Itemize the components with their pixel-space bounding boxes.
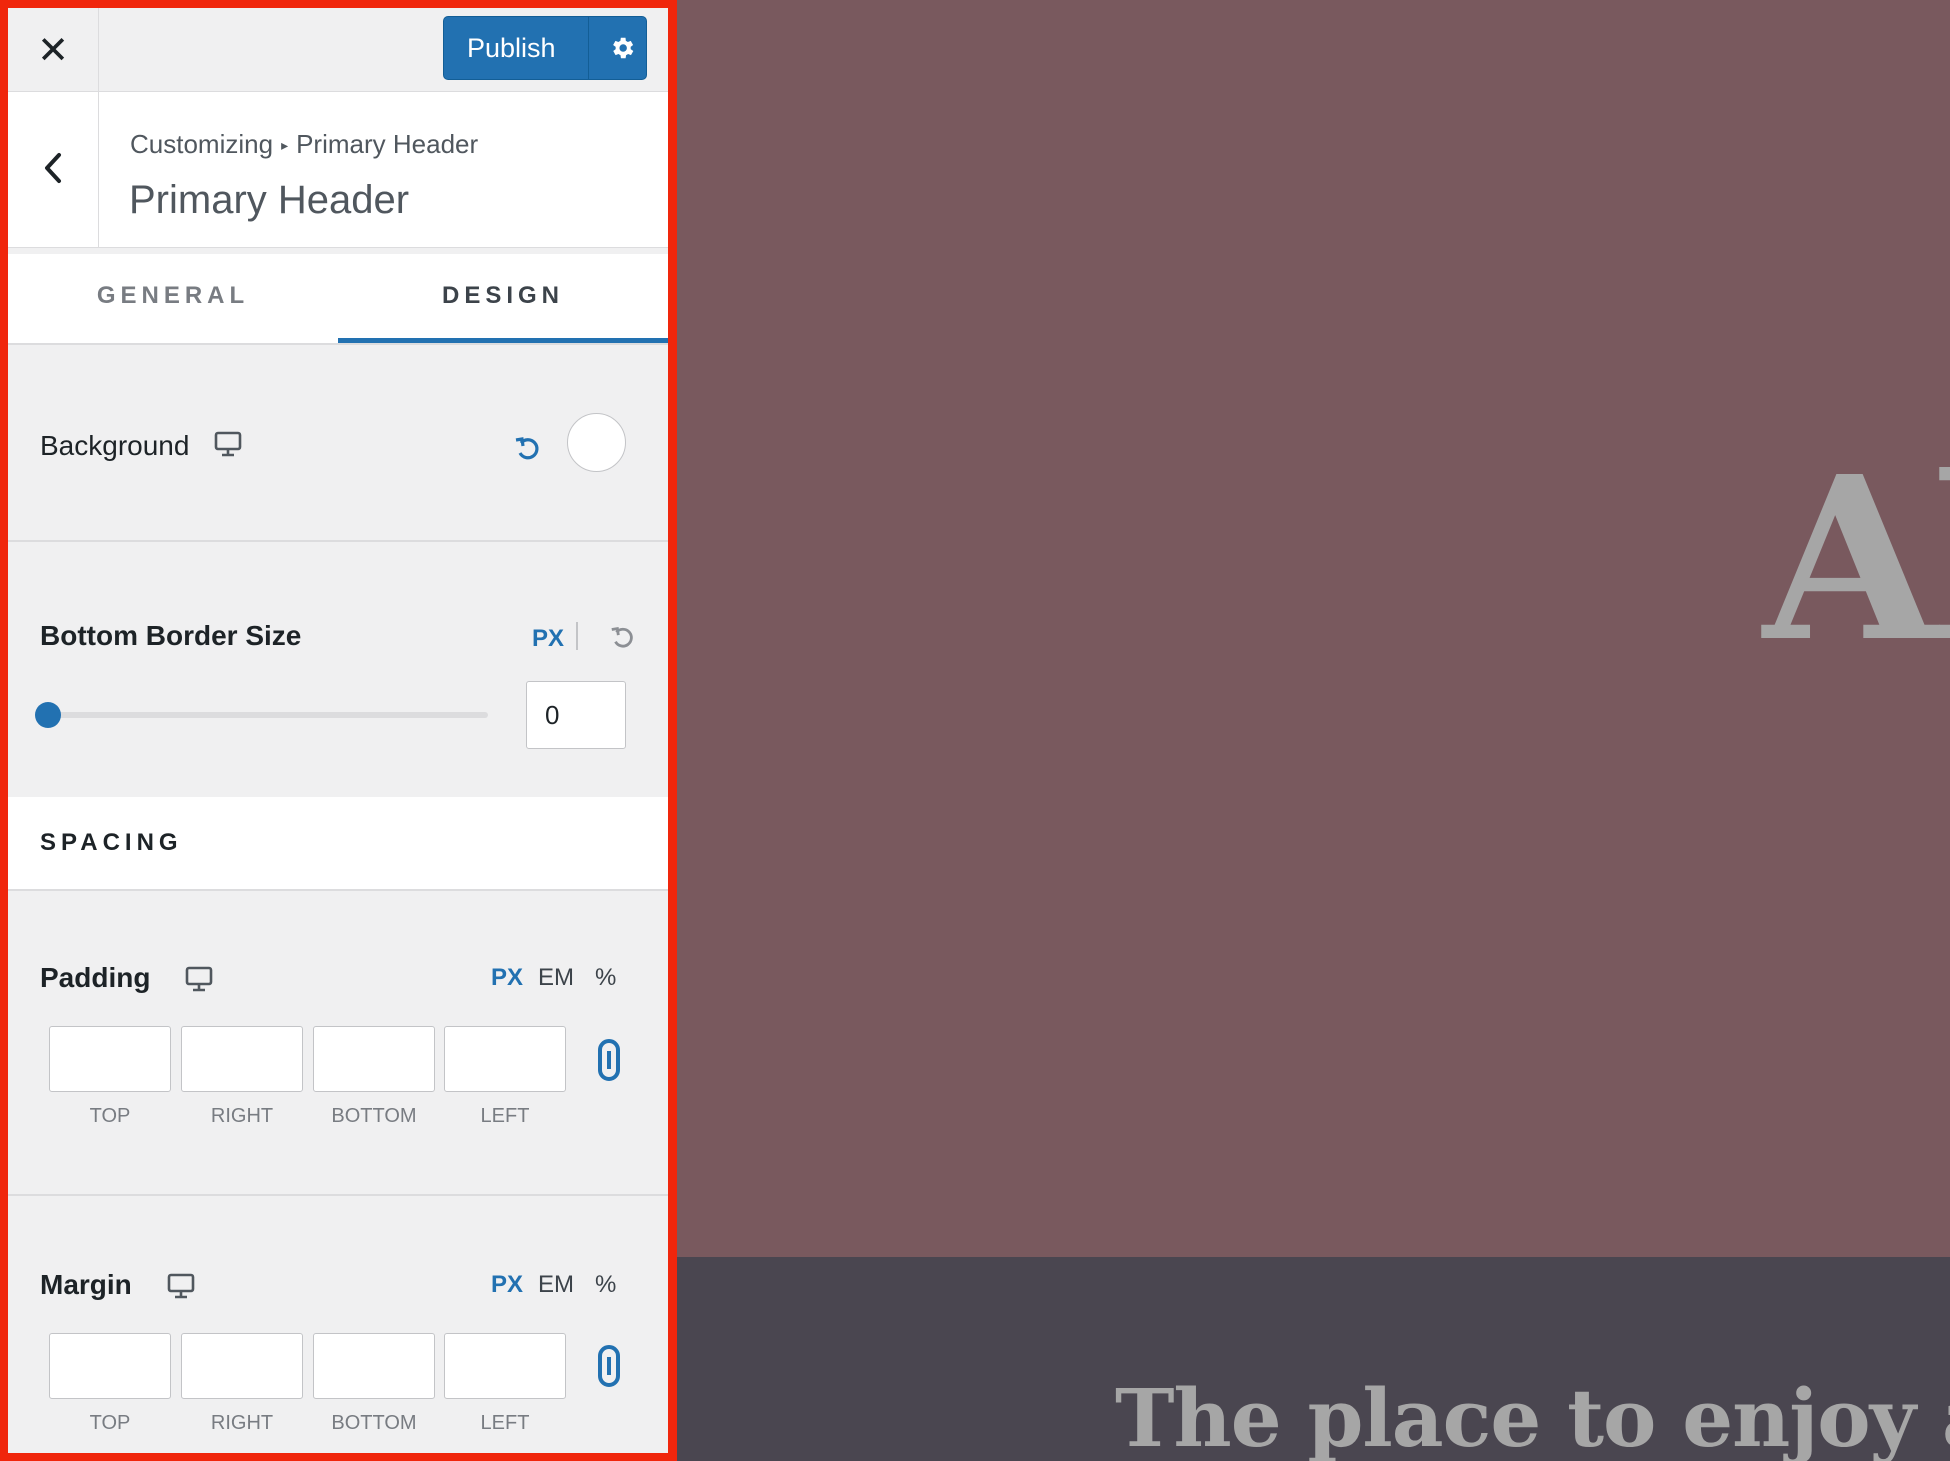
link-icon[interactable]	[592, 1038, 626, 1082]
hero-title: Al	[1763, 428, 1950, 692]
desktop-icon[interactable]	[214, 430, 242, 463]
padding-right-label: RIGHT	[210, 1105, 274, 1127]
margin-top-label: TOP	[89, 1412, 131, 1434]
close-button[interactable]: ✕	[8, 8, 99, 92]
desktop-icon[interactable]	[167, 1272, 195, 1305]
tab-general[interactable]: GENERAL	[8, 254, 338, 343]
breadcrumb: Customizing ▸ Primary Header	[130, 129, 478, 160]
close-icon: ✕	[37, 29, 69, 72]
background-label: Background	[40, 430, 190, 461]
section-title: Primary Header	[129, 178, 410, 222]
margin-top-input[interactable]	[49, 1333, 171, 1399]
padding-right-input[interactable]	[181, 1026, 303, 1092]
margin-label: Margin	[40, 1269, 132, 1300]
padding-top-input[interactable]	[49, 1026, 171, 1092]
spacing-section: SPACING	[8, 797, 668, 891]
breadcrumb-root: Customizing	[130, 129, 274, 159]
margin-bottom-label: BOTTOM	[331, 1412, 417, 1434]
padding-bottom-input[interactable]	[313, 1026, 435, 1092]
customizer-topbar: ✕ Publish	[8, 8, 668, 92]
link-icon[interactable]	[592, 1344, 626, 1388]
tab-bar: GENERAL DESIGN	[8, 254, 668, 345]
section-header: Customizing ▸ Primary Header Primary Heade…	[8, 92, 668, 248]
bottom-border-value-input[interactable]	[526, 681, 626, 749]
divider	[8, 540, 668, 542]
publish-label: Publish	[467, 33, 556, 63]
spacing-heading: SPACING	[40, 829, 183, 856]
tab-design[interactable]: DESIGN	[338, 254, 668, 343]
padding-bottom-label: BOTTOM	[331, 1105, 417, 1127]
padding-top-label: TOP	[89, 1105, 131, 1127]
padding-unit-percent[interactable]: %	[595, 964, 616, 992]
chevron-left-icon	[42, 151, 64, 190]
bottom-border-slider[interactable]	[48, 712, 488, 718]
slider-thumb[interactable]	[35, 702, 61, 728]
publish-divider	[588, 17, 589, 79]
margin-right-label: RIGHT	[210, 1412, 274, 1434]
padding-left-label: LEFT	[480, 1105, 530, 1127]
margin-unit-percent[interactable]: %	[595, 1271, 616, 1299]
divider	[8, 1194, 668, 1196]
margin-unit-em[interactable]: EM	[538, 1271, 574, 1299]
desktop-icon[interactable]	[185, 965, 213, 998]
site-preview: Al The place to enjoy a	[677, 0, 1950, 1461]
margin-bottom-input[interactable]	[313, 1333, 435, 1399]
margin-right-input[interactable]	[181, 1333, 303, 1399]
hero-section: Al	[677, 0, 1950, 1257]
bottom-border-unit-px[interactable]: PX	[532, 625, 564, 653]
unit-divider	[576, 622, 578, 650]
margin-left-input[interactable]	[444, 1333, 566, 1399]
gear-icon[interactable]	[598, 17, 646, 79]
bottom-border-label: Bottom Border Size	[40, 620, 302, 651]
publish-button[interactable]: Publish	[443, 16, 647, 80]
padding-left-input[interactable]	[444, 1026, 566, 1092]
padding-unit-em[interactable]: EM	[538, 964, 574, 992]
customizer-panel: ✕ Publish Customizing ▸ Primary Header Pri…	[0, 0, 677, 1461]
bottom-border-reset-icon[interactable]	[608, 622, 638, 652]
breadcrumb-current: Primary Header	[296, 129, 479, 159]
hero-tagline: The place to enjoy a	[1115, 1371, 1950, 1461]
padding-unit-px[interactable]: PX	[491, 964, 523, 992]
margin-unit-px[interactable]: PX	[491, 1271, 523, 1299]
back-button[interactable]	[8, 92, 99, 248]
breadcrumb-separator: ▸	[281, 137, 289, 153]
margin-left-label: LEFT	[480, 1412, 530, 1434]
padding-label: Padding	[40, 962, 151, 993]
background-reset-icon[interactable]	[512, 432, 544, 464]
background-color-swatch[interactable]	[567, 413, 626, 472]
